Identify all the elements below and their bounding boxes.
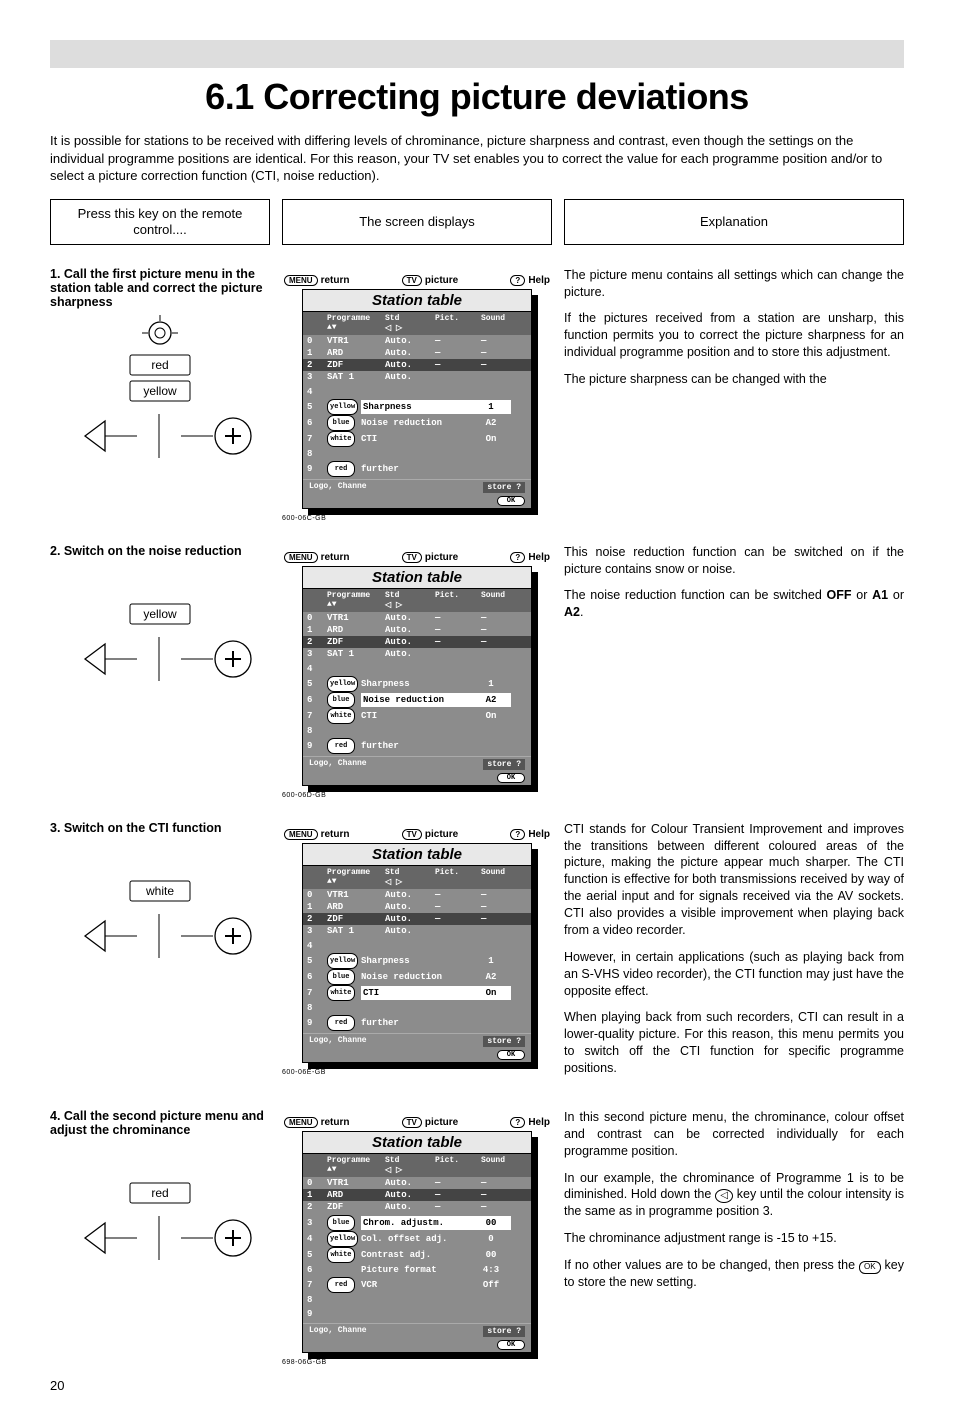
explanation-step-1: The picture menu contains all settings w… xyxy=(564,267,904,522)
remote-step-3: 3. Switch on the CTI function white xyxy=(50,821,270,1087)
osd-topbar: MENU return TV picture ? Help xyxy=(282,829,552,843)
explanation-step-2: This noise reduction function can be swi… xyxy=(564,544,904,799)
intro-text: It is possible for stations to be receiv… xyxy=(50,132,904,185)
screen-step-3: MENU return TV picture ? Help Station ta… xyxy=(282,821,552,1087)
svg-text:red: red xyxy=(151,358,168,372)
svg-text:yellow: yellow xyxy=(143,384,177,398)
screen-step-1: MENU return TV picture ? Help Station ta… xyxy=(282,267,552,522)
svg-text:red: red xyxy=(151,1186,168,1200)
osd-screen: MENU return TV picture ? Help Station ta… xyxy=(282,275,552,522)
svg-text:yellow: yellow xyxy=(143,607,177,621)
header-band xyxy=(50,40,904,68)
screen-step-2: MENU return TV picture ? Help Station ta… xyxy=(282,544,552,799)
explanation-step-3: CTI stands for Colour Transient Improvem… xyxy=(564,821,904,1087)
osd-screen: MENU return TV picture ? Help Station ta… xyxy=(282,829,552,1076)
remote-step-1: 1. Call the first picture menu in the st… xyxy=(50,267,270,522)
osd-topbar: MENU return TV picture ? Help xyxy=(282,275,552,289)
page-number: 20 xyxy=(50,1378,904,1393)
page-title: 6.1 Correcting picture deviations xyxy=(50,76,904,118)
col-header-remote: Press this key on the remote control.... xyxy=(50,199,270,245)
osd-topbar: MENU return TV picture ? Help xyxy=(282,1117,552,1131)
osd-screen: MENU return TV picture ? Help Station ta… xyxy=(282,552,552,799)
osd-screen: MENU return TV picture ? Help Station ta… xyxy=(282,1117,552,1366)
remote-step-2: 2. Switch on the noise reduction yellow xyxy=(50,544,270,799)
explanation-step-4: In this second picture menu, the chromin… xyxy=(564,1109,904,1366)
osd-topbar: MENU return TV picture ? Help xyxy=(282,552,552,566)
svg-text:white: white xyxy=(145,884,174,898)
remote-step-4: 4. Call the second picture menu and adju… xyxy=(50,1109,270,1366)
col-header-explain: Explanation xyxy=(564,199,904,245)
col-header-screen: The screen displays xyxy=(282,199,552,245)
screen-step-4: MENU return TV picture ? Help Station ta… xyxy=(282,1109,552,1366)
